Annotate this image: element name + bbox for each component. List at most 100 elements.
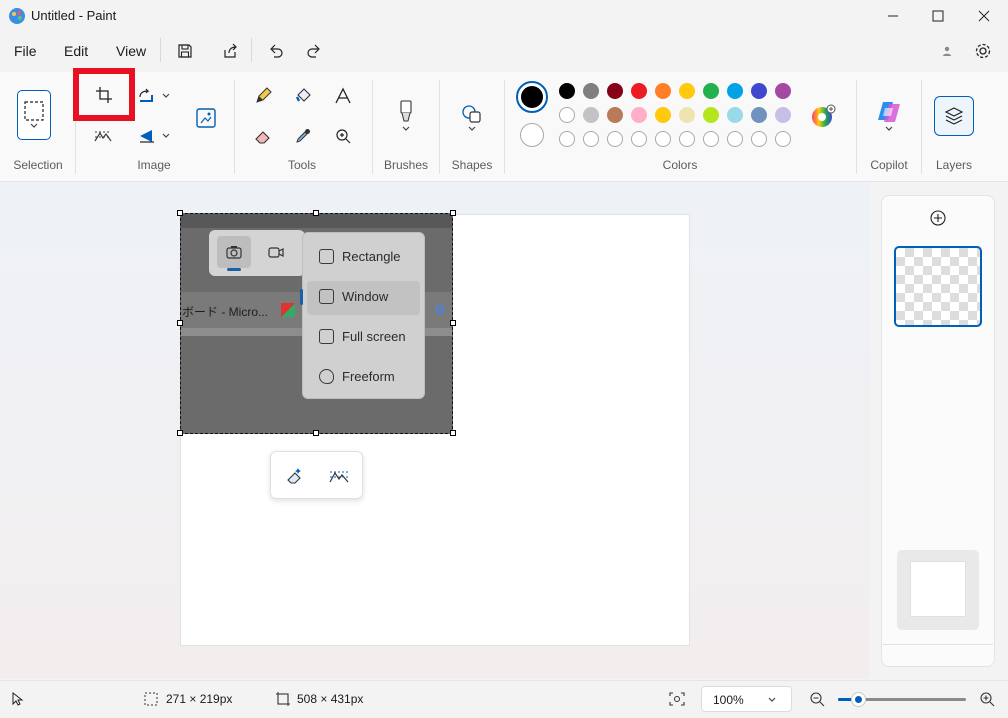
menu-view[interactable]: View [116, 43, 146, 59]
selection-tool-button[interactable] [17, 90, 51, 140]
layer-thumbnail-selection[interactable] [894, 246, 982, 327]
select-all-image-icon[interactable] [90, 124, 116, 148]
window-title: Untitled - Paint [31, 8, 117, 23]
primary-color-swatch [521, 86, 543, 108]
edit-colors-icon[interactable] [808, 101, 838, 131]
select-subject-icon[interactable] [325, 462, 353, 490]
layer-thumbnail-background[interactable] [897, 550, 979, 630]
resize-handle[interactable] [450, 430, 456, 436]
rotate-icon[interactable] [134, 84, 158, 108]
account-icon[interactable] [933, 38, 961, 64]
fit-to-window-icon[interactable] [667, 690, 687, 708]
eraser-icon[interactable] [250, 124, 276, 148]
camera-mode-icon [217, 236, 251, 268]
color-swatch[interactable] [751, 83, 767, 99]
magnifier-icon[interactable] [330, 124, 356, 148]
custom-color-slot[interactable] [727, 131, 743, 147]
zoom-in-icon[interactable] [978, 690, 996, 708]
color-swatch[interactable] [655, 83, 671, 99]
resize-image-icon[interactable] [191, 103, 221, 133]
maximize-button[interactable] [915, 0, 961, 32]
add-layer-icon[interactable] [927, 207, 949, 229]
flip-chevron-down-icon[interactable] [159, 128, 173, 144]
custom-color-slot[interactable] [775, 131, 791, 147]
menu-bar [0, 32, 1008, 70]
video-mode-icon [259, 236, 293, 268]
resize-handle[interactable] [177, 320, 183, 326]
color-swatch[interactable] [727, 83, 743, 99]
color-swatch[interactable] [727, 107, 743, 123]
color-swatch[interactable] [559, 83, 575, 99]
color-swatch[interactable] [631, 107, 647, 123]
undo-icon[interactable] [262, 38, 290, 64]
color-swatch[interactable] [583, 107, 599, 123]
snip-menu-item-label: Rectangle [342, 249, 401, 264]
ribbon-separator [504, 80, 505, 174]
color-swatch[interactable] [679, 107, 695, 123]
zoom-out-icon[interactable] [808, 690, 826, 708]
custom-color-slot[interactable] [631, 131, 647, 147]
resize-handle[interactable] [450, 320, 456, 326]
color-swatch[interactable] [775, 83, 791, 99]
snip-shape-menu: Rectangle Window Full screen Freeform [300, 232, 425, 399]
close-button[interactable] [961, 0, 1007, 32]
pasted-image-selection[interactable]: ボード - Micro... G Rectangle Window Full scr… [180, 213, 453, 434]
resize-handle[interactable] [313, 210, 319, 216]
group-label-copilot: Copilot [870, 158, 908, 172]
menu-file[interactable]: File [14, 43, 37, 59]
color-swatch[interactable] [607, 83, 623, 99]
color-swatch[interactable] [703, 107, 719, 123]
ribbon-separator [372, 80, 373, 174]
ribbon-separator [921, 80, 922, 174]
snip-menu-item-label: Freeform [342, 369, 395, 384]
pencil-icon[interactable] [250, 84, 276, 108]
layers-toggle-button[interactable] [934, 96, 974, 136]
pasted-top-band [181, 214, 452, 228]
minimize-button[interactable] [870, 0, 916, 32]
resize-handle[interactable] [450, 210, 456, 216]
resize-handle[interactable] [177, 210, 183, 216]
flip-icon[interactable] [134, 124, 158, 148]
color-swatch[interactable] [583, 83, 599, 99]
zoom-slider-thumb[interactable] [852, 693, 865, 706]
color-palette [559, 83, 799, 153]
redo-icon[interactable] [300, 38, 328, 64]
text-tool-icon[interactable] [330, 84, 356, 108]
color-swatch[interactable] [607, 107, 623, 123]
rotate-chevron-down-icon[interactable] [159, 88, 173, 104]
secondary-color-swatch[interactable] [520, 123, 544, 147]
zoom-dropdown[interactable]: 100% [701, 686, 792, 712]
color-swatch[interactable] [679, 83, 695, 99]
save-icon[interactable] [171, 38, 199, 64]
color-swatch[interactable] [775, 107, 791, 123]
share-icon[interactable] [216, 38, 244, 64]
custom-color-slot[interactable] [751, 131, 767, 147]
custom-color-slot[interactable] [703, 131, 719, 147]
custom-color-slot[interactable] [655, 131, 671, 147]
custom-color-slot[interactable] [559, 131, 575, 147]
crop-button[interactable] [73, 68, 135, 121]
group-label-brushes: Brushes [383, 158, 429, 172]
color-swatch[interactable] [751, 107, 767, 123]
color-swatch[interactable] [631, 83, 647, 99]
custom-color-slot[interactable] [607, 131, 623, 147]
shapes-button[interactable] [457, 96, 487, 140]
color-swatch[interactable] [703, 83, 719, 99]
erase-background-icon[interactable] [281, 462, 309, 490]
color-swatch[interactable] [655, 107, 671, 123]
primary-color-ring[interactable] [516, 81, 548, 113]
brushes-button[interactable] [392, 92, 420, 140]
menu-edit[interactable]: Edit [64, 43, 88, 59]
selection-floating-toolbar [270, 451, 363, 499]
chevron-down-icon [885, 126, 893, 131]
color-picker-icon[interactable] [290, 124, 316, 148]
custom-color-slot[interactable] [583, 131, 599, 147]
fill-bucket-icon[interactable] [290, 84, 316, 108]
copilot-button[interactable] [872, 94, 906, 138]
resize-handle[interactable] [313, 430, 319, 436]
color-swatch[interactable] [559, 107, 575, 123]
settings-gear-icon[interactable] [969, 38, 997, 64]
resize-handle[interactable] [177, 430, 183, 436]
custom-color-slot[interactable] [679, 131, 695, 147]
snip-menu-item: Rectangle [307, 241, 420, 275]
